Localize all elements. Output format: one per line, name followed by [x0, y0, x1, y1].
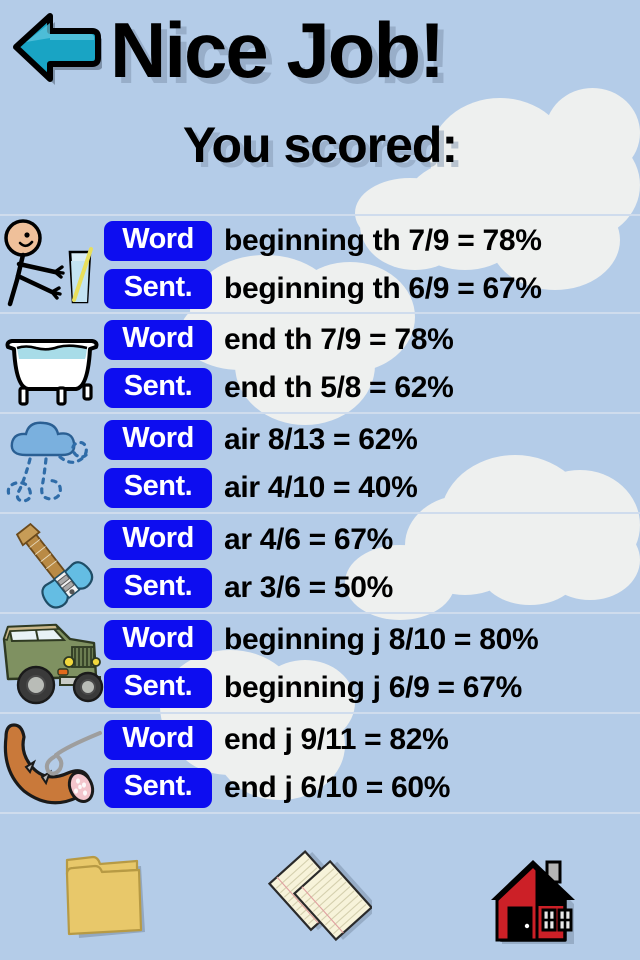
sausage-on-fork-icon — [3, 723, 102, 805]
score-list: Word beginning th 7/9 = 78% Sent. beginn… — [0, 214, 640, 814]
page-subtitle: You scored: — [182, 117, 458, 173]
word-badge[interactable]: Word — [104, 420, 212, 460]
score-text: air 4/10 = 40% — [224, 471, 418, 504]
list-item: Sent. end j 6/10 = 60% — [104, 766, 640, 810]
list-item: Word air 8/13 = 62% — [104, 418, 640, 462]
word-badge[interactable]: Word — [104, 620, 212, 660]
sentence-badge[interactable]: Sent. — [104, 368, 212, 408]
folder-button[interactable] — [0, 832, 213, 960]
sentence-badge[interactable]: Sent. — [104, 668, 212, 708]
back-arrow-button[interactable] — [10, 10, 103, 88]
table-row: Word ar 4/6 = 67% Sent. ar 3/6 = 50% — [0, 514, 640, 614]
word-badge[interactable]: Word — [104, 520, 212, 560]
list-item: Sent. beginning j 6/9 = 67% — [104, 666, 640, 710]
sentence-badge[interactable]: Sent. — [104, 269, 212, 309]
jeep-icon — [2, 623, 104, 705]
folder-icon — [65, 855, 145, 938]
row-lines: Word air 8/13 = 62% Sent. air 4/10 = 40% — [104, 413, 640, 513]
home-house-icon — [490, 860, 575, 944]
score-text: end th 7/9 = 78% — [224, 323, 454, 356]
row-lines: Word end j 9/11 = 82% Sent. end j 6/10 =… — [104, 713, 640, 813]
bathtub-icon — [5, 339, 99, 406]
list-item: Sent. air 4/10 = 40% — [104, 466, 640, 510]
list-item: Sent. end th 5/8 = 62% — [104, 366, 640, 410]
score-text: beginning j 8/10 = 80% — [224, 623, 539, 656]
score-text: air 8/13 = 62% — [224, 423, 418, 456]
page-title: Nice Job! — [110, 6, 445, 94]
row-icon-cell — [0, 715, 104, 811]
nice-job-results-screen: Nice Job! You scored: Word beginning th … — [0, 0, 640, 960]
row-icon-cell — [0, 515, 104, 611]
sentence-badge[interactable]: Sent. — [104, 568, 212, 608]
row-icon-cell — [0, 216, 104, 312]
row-lines: Word end th 7/9 = 78% Sent. end th 5/8 =… — [104, 313, 640, 413]
score-text: ar 4/6 = 67% — [224, 523, 394, 556]
row-lines: Word beginning th 7/9 = 78% Sent. beginn… — [104, 214, 640, 314]
table-row: Word beginning th 7/9 = 78% Sent. beginn… — [0, 214, 640, 314]
score-text: beginning th 6/9 = 67% — [224, 272, 542, 305]
notes-button[interactable] — [213, 832, 426, 960]
sentence-badge[interactable]: Sent. — [104, 768, 212, 808]
score-text: end th 5/8 = 62% — [224, 371, 454, 404]
header: Nice Job! You scored: — [0, 0, 640, 205]
row-lines: Word ar 4/6 = 67% Sent. ar 3/6 = 50% — [104, 513, 640, 613]
list-item: Word end th 7/9 = 78% — [104, 318, 640, 362]
score-text: beginning th 7/9 = 78% — [224, 224, 542, 257]
list-item: Word beginning j 8/10 = 80% — [104, 618, 640, 662]
notes-papers-icon — [267, 850, 372, 942]
score-text: ar 3/6 = 50% — [224, 571, 394, 604]
list-item: Word beginning th 7/9 = 78% — [104, 219, 640, 263]
word-badge[interactable]: Word — [104, 320, 212, 360]
bottom-toolbar — [0, 832, 640, 960]
table-row: Word beginning j 8/10 = 80% Sent. beginn… — [0, 614, 640, 714]
list-item: Sent. beginning th 6/9 = 67% — [104, 267, 640, 311]
list-item: Word ar 4/6 = 67% — [104, 518, 640, 562]
row-icon-cell — [0, 315, 104, 411]
row-icon-cell — [0, 615, 104, 711]
word-badge[interactable]: Word — [104, 720, 212, 760]
sentence-badge[interactable]: Sent. — [104, 468, 212, 508]
table-row: Word end j 9/11 = 82% Sent. end j 6/10 =… — [0, 714, 640, 814]
list-item: Word end j 9/11 = 82% — [104, 718, 640, 762]
home-button[interactable] — [426, 832, 639, 960]
list-item: Sent. ar 3/6 = 50% — [104, 566, 640, 610]
table-row: Word air 8/13 = 62% Sent. air 4/10 = 40% — [0, 414, 640, 514]
table-row: Word end th 7/9 = 78% Sent. end th 5/8 =… — [0, 314, 640, 414]
stick-figure-drinking-glass-icon — [4, 219, 93, 307]
row-lines: Word beginning j 8/10 = 80% Sent. beginn… — [104, 613, 640, 713]
score-text: end j 9/11 = 82% — [224, 723, 449, 756]
score-text: beginning j 6/9 = 67% — [224, 671, 522, 704]
word-badge[interactable]: Word — [104, 221, 212, 261]
air-wind-cloud-icon — [6, 421, 88, 503]
score-text: end j 6/10 = 60% — [224, 771, 451, 804]
electric-guitar-icon — [15, 522, 94, 609]
back-arrow-icon — [13, 13, 103, 85]
row-icon-cell — [0, 415, 104, 511]
